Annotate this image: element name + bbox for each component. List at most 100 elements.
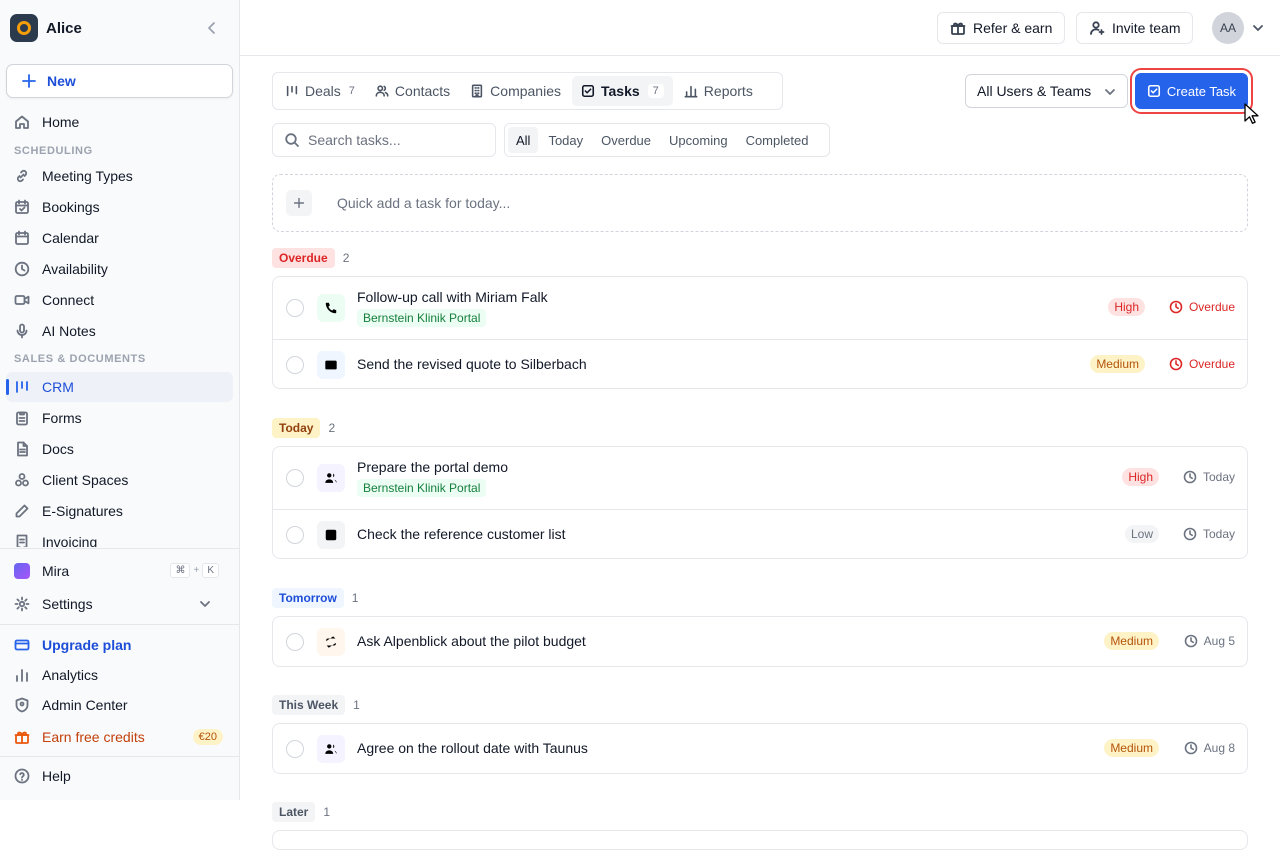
quick-add-task[interactable]: Quick add a task for today... [272, 174, 1248, 232]
avatar[interactable]: AA [1212, 12, 1244, 44]
create-task-button[interactable]: Create Task [1135, 73, 1248, 109]
sidebar-item-label: Availability [42, 261, 108, 277]
task-row[interactable]: Agree on the rollout date with Taunus Med… [273, 724, 1247, 773]
sidebar-item-analytics[interactable]: Analytics [6, 660, 233, 690]
filter-all[interactable]: All [508, 127, 539, 153]
plus-icon[interactable] [286, 190, 312, 216]
sidebar-item-bookings[interactable]: Bookings [6, 192, 233, 222]
task-row[interactable]: Send the revised quote to Silberbach Medi… [273, 339, 1247, 388]
tab-contacts[interactable]: Contacts [366, 76, 459, 106]
tab-tasks[interactable]: Tasks 7 [572, 76, 673, 106]
sidebar-item-label: Admin Center [42, 697, 128, 713]
task-title[interactable]: Check the reference customer list [357, 526, 566, 542]
task-title[interactable]: Agree on the rollout date with Taunus [357, 740, 588, 756]
task-title[interactable]: Follow-up call with Miriam Falk [357, 289, 548, 305]
task-checkbox[interactable] [286, 739, 304, 758]
priority-badge: Low [1124, 524, 1159, 543]
sidebar-item-ai-notes[interactable]: AI Notes [6, 316, 233, 346]
tab-label: Deals [305, 83, 341, 99]
task-title[interactable]: Ask Alpenblick about the pilot budget [357, 633, 586, 649]
sidebar-item-crm[interactable]: CRM [6, 372, 233, 402]
collapse-sidebar-icon[interactable] [204, 20, 220, 36]
gift-icon [950, 20, 966, 36]
priority-badge: High [1122, 468, 1159, 486]
task-filters: All Today Overdue Upcoming Completed [504, 123, 830, 157]
task-row[interactable]: Check the reference customer list Low Toda… [273, 509, 1247, 558]
microphone-icon [14, 323, 30, 339]
sidebar-item-upgrade-plan[interactable]: Upgrade plan [6, 630, 233, 660]
sidebar-item-connect[interactable]: Connect [6, 285, 233, 315]
task-company-tag[interactable]: Bernstein Klinik Portal [357, 309, 487, 327]
sidebar-item-forms[interactable]: Forms [6, 403, 233, 433]
new-button[interactable]: New [6, 64, 233, 98]
clipboard-icon [14, 410, 30, 426]
due-date: Today [1183, 470, 1235, 484]
search-input[interactable] [308, 132, 478, 148]
filter-upcoming[interactable]: Upcoming [661, 127, 736, 153]
task-group-card: Agree on the rollout date with Taunus Med… [272, 723, 1248, 774]
sidebar-item-home[interactable]: Home [6, 107, 233, 137]
task-checkbox[interactable] [286, 355, 304, 374]
sidebar-item-mira[interactable]: Mira ⌘ + K [6, 556, 233, 586]
task-checkbox[interactable] [286, 299, 304, 317]
search-box[interactable] [272, 123, 496, 157]
task-checkbox[interactable] [286, 469, 304, 487]
user-plus-icon [1089, 20, 1105, 36]
building-icon [470, 84, 484, 98]
sidebar-item-settings[interactable]: Settings [6, 589, 233, 619]
checkbox-icon [317, 520, 345, 549]
sidebar-item-availability[interactable]: Availability [6, 254, 233, 284]
sidebar-item-meeting-types[interactable]: Meeting Types [6, 161, 233, 191]
task-company-tag[interactable]: Bernstein Klinik Portal [357, 479, 487, 497]
priority-badge: Medium [1104, 738, 1159, 757]
top-header: Refer & earn Invite team AA [240, 0, 1280, 56]
plus-icon [21, 73, 37, 89]
group-count: 1 [351, 591, 359, 605]
chevron-down-icon [197, 596, 213, 612]
users-teams-select[interactable]: All Users & Teams [965, 74, 1128, 108]
group-count: 1 [323, 805, 331, 819]
sidebar-item-calendar[interactable]: Calendar [6, 223, 233, 253]
filter-completed[interactable]: Completed [738, 127, 817, 153]
task-row[interactable]: Prepare the portal demo Bernstein Klinik … [273, 447, 1247, 509]
filter-overdue[interactable]: Overdue [593, 127, 659, 153]
refer-earn-button[interactable]: Refer & earn [937, 12, 1066, 44]
create-task-label: Create Task [1166, 83, 1237, 99]
task-checkbox[interactable] [286, 525, 304, 544]
clock-icon [1169, 300, 1183, 314]
invite-team-button[interactable]: Invite team [1076, 12, 1194, 44]
sidebar-item-docs[interactable]: Docs [6, 434, 233, 464]
sidebar-item-earn-credits[interactable]: Earn free credits €20 [6, 722, 233, 752]
task-checkbox[interactable] [286, 632, 304, 651]
tab-label: Tasks [601, 83, 640, 99]
sidebar-item-invoicing[interactable]: Invoicing [6, 527, 233, 547]
sidebar-item-label: Mira [42, 563, 70, 579]
tab-deals[interactable]: Deals 7 [276, 76, 364, 106]
workspace-switcher[interactable]: Alice [10, 14, 230, 42]
sidebar-item-label: Docs [42, 441, 74, 457]
shortcut-key: ⌘ [170, 563, 191, 578]
sidebar-item-client-spaces[interactable]: Client Spaces [6, 465, 233, 495]
bar-chart-icon [684, 84, 698, 98]
sidebar-item-admin-center[interactable]: Admin Center [6, 690, 233, 720]
priority-badge: Medium [1104, 631, 1159, 650]
sidebar-item-help[interactable]: Help [6, 761, 233, 791]
task-group-card: Prepare the portal demo Bernstein Klinik … [272, 446, 1248, 559]
mail-icon [317, 350, 345, 379]
tab-reports[interactable]: Reports [675, 76, 762, 106]
sidebar-item-label: Settings [42, 596, 93, 612]
task-title[interactable]: Send the revised quote to Silberbach [357, 356, 587, 372]
sidebar-item-e-signatures[interactable]: E-Signatures [6, 496, 233, 526]
task-row[interactable]: Follow-up call with Miriam Falk Bernstein… [273, 277, 1247, 339]
sidebar-item-label: CRM [42, 379, 74, 395]
tab-companies[interactable]: Companies [461, 76, 570, 106]
filter-today[interactable]: Today [540, 127, 591, 153]
sidebar-section-label: SALES & DOCUMENTS [14, 353, 146, 365]
sidebar-item-label: AI Notes [42, 323, 96, 339]
task-title[interactable]: Prepare the portal demo [357, 459, 508, 475]
mira-shortcut: ⌘ + K [170, 563, 219, 578]
chevron-down-icon[interactable] [1250, 20, 1266, 36]
task-row[interactable]: Ask Alpenblick about the pilot budget Med… [273, 617, 1247, 666]
tab-label: Companies [490, 83, 561, 99]
sidebar-item-label: Forms [42, 410, 82, 426]
